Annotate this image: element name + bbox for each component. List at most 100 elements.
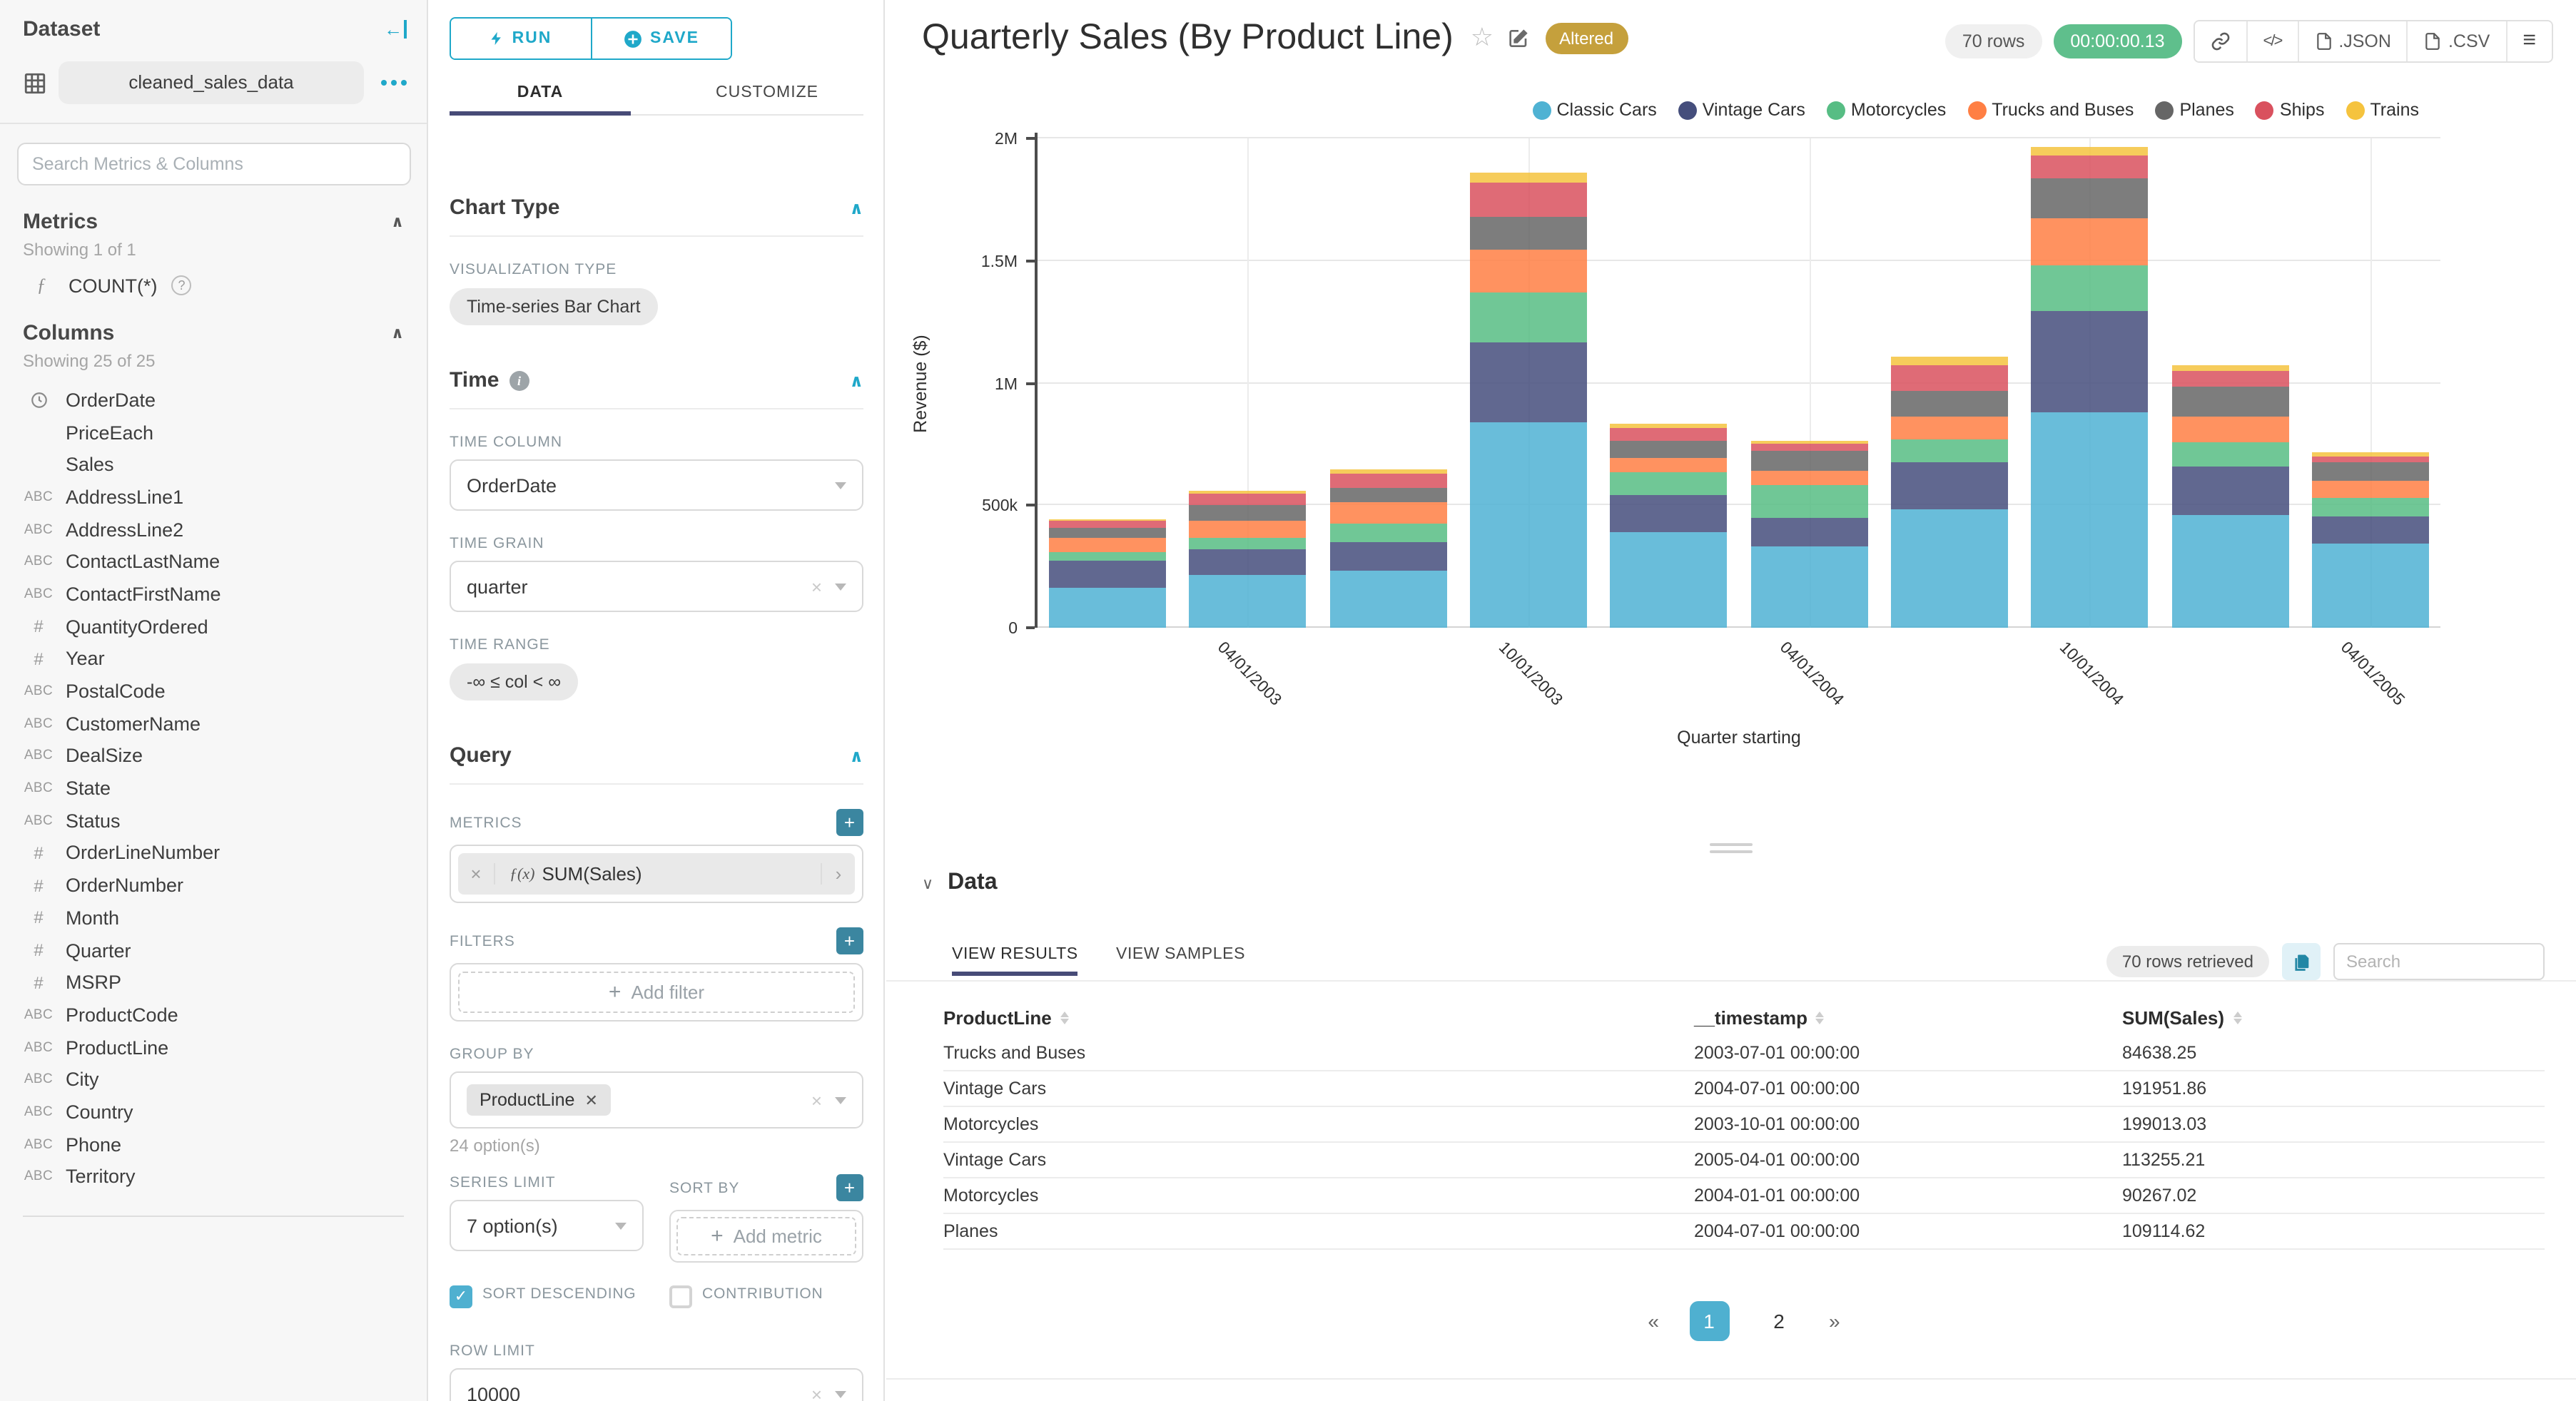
bar-segment[interactable] — [2311, 497, 2429, 516]
add-sort-metric-button[interactable]: + — [836, 1174, 863, 1201]
tab-customize[interactable]: CUSTOMIZE — [676, 71, 858, 114]
columns-collapse-icon[interactable]: ∧ — [391, 324, 404, 342]
bar-segment[interactable] — [1189, 538, 1307, 549]
column-item[interactable]: ABC PostalCode — [0, 675, 427, 707]
bar-segment[interactable] — [2311, 462, 2429, 482]
metrics-collapse-icon[interactable]: ∧ — [391, 213, 404, 231]
more-options-button[interactable]: ≡ — [2505, 21, 2552, 61]
bar-segment[interactable] — [2311, 481, 2429, 498]
column-item[interactable]: ABC ContactFirstName — [0, 578, 427, 610]
bar-segment[interactable] — [1610, 494, 1728, 532]
embed-code-button[interactable]: </> — [2246, 21, 2298, 61]
column-item[interactable]: Sales — [0, 449, 427, 481]
bar-segment[interactable] — [2171, 371, 2289, 387]
column-item[interactable]: # Quarter — [0, 934, 427, 966]
sort-icon[interactable] — [1060, 1011, 1069, 1024]
clear-icon[interactable]: × — [811, 1089, 822, 1111]
bar-segment[interactable] — [2171, 514, 2289, 628]
bar-segment[interactable] — [1329, 488, 1447, 503]
column-item[interactable]: ABC City — [0, 1064, 427, 1096]
add-filter-button[interactable]: + — [836, 927, 863, 954]
bar-segment[interactable] — [1049, 588, 1167, 628]
export-csv-button[interactable]: .CSV — [2406, 21, 2506, 61]
chart-title[interactable]: Quarterly Sales (By Product Line) — [922, 17, 1454, 58]
pagination-next[interactable]: » — [1829, 1310, 1840, 1333]
bar-segment[interactable] — [1470, 342, 1588, 423]
pagination-prev[interactable]: « — [1648, 1310, 1659, 1333]
chevron-up-icon[interactable]: ∧ — [850, 370, 864, 390]
bar-segment[interactable] — [1329, 473, 1447, 489]
bar-segment[interactable] — [1329, 523, 1447, 542]
favorite-star-icon[interactable]: ☆ — [1471, 23, 1494, 53]
time-grain-select[interactable]: quarter × — [450, 561, 863, 612]
chevron-right-icon[interactable]: › — [821, 863, 855, 885]
run-button[interactable]: RUN — [451, 19, 592, 58]
sort-icon[interactable] — [1815, 1011, 1825, 1024]
pagination-page-1[interactable]: 1 — [1689, 1301, 1729, 1341]
bar-segment[interactable] — [1890, 509, 2008, 628]
export-json-button[interactable]: .JSON — [2297, 21, 2407, 61]
column-item[interactable]: # Month — [0, 902, 427, 934]
column-item[interactable]: # Year — [0, 643, 427, 675]
bar-segment[interactable] — [1470, 292, 1588, 342]
column-item[interactable]: # OrderNumber — [0, 870, 427, 902]
bar-segment[interactable] — [1610, 427, 1728, 441]
bar-segment[interactable] — [1890, 356, 2008, 366]
column-item[interactable]: # MSRP — [0, 967, 427, 999]
group-by-select[interactable]: ProductLine ✕ × — [450, 1071, 863, 1129]
bar-segment[interactable] — [2171, 417, 2289, 442]
bar-segment[interactable] — [2031, 146, 2149, 156]
bar-segment[interactable] — [1610, 531, 1728, 628]
bar-segment[interactable] — [1329, 571, 1447, 628]
bar-segment[interactable] — [1470, 216, 1588, 250]
bar-segment[interactable] — [1049, 519, 1167, 521]
bar-segment[interactable] — [1890, 439, 2008, 463]
tab-view-samples[interactable]: VIEW SAMPLES — [1116, 946, 1245, 976]
bar-segment[interactable] — [1890, 390, 2008, 417]
contribution-checkbox[interactable]: CONTRIBUTION — [669, 1284, 863, 1308]
bar-segment[interactable] — [1610, 457, 1728, 473]
column-item[interactable]: ABC Status — [0, 805, 427, 837]
bar-segment[interactable] — [2031, 311, 2149, 413]
add-metric-button[interactable]: + — [836, 809, 863, 836]
dataset-options-icon[interactable] — [375, 80, 412, 86]
bar-segment[interactable] — [2311, 452, 2429, 457]
column-item[interactable]: ABC State — [0, 773, 427, 805]
bar-segment[interactable] — [2031, 156, 2149, 178]
bar-segment[interactable] — [1750, 470, 1868, 485]
bar-segment[interactable] — [1610, 440, 1728, 458]
row-limit-select[interactable]: 10000 × — [450, 1368, 863, 1401]
bar-segment[interactable] — [1189, 521, 1307, 539]
bar-segment[interactable] — [1750, 484, 1868, 518]
column-item[interactable]: ABC DealSize — [0, 740, 427, 772]
bar-segment[interactable] — [2171, 387, 2289, 417]
column-item[interactable]: # QuantityOrdered — [0, 611, 427, 643]
bar-segment[interactable] — [1470, 422, 1588, 628]
bar-segment[interactable] — [1189, 494, 1307, 506]
column-item[interactable]: ABC Territory — [0, 1161, 427, 1193]
tab-data[interactable]: DATA — [450, 71, 631, 116]
legend-item[interactable]: Vintage Cars — [1678, 100, 1805, 120]
column-item[interactable]: PriceEach — [0, 416, 427, 448]
panel-resize-handle[interactable] — [1710, 843, 1753, 857]
bar-segment[interactable] — [2031, 218, 2149, 265]
bar-segment[interactable] — [1890, 365, 2008, 391]
clear-icon[interactable]: × — [811, 576, 822, 597]
bar-segment[interactable] — [1470, 249, 1588, 293]
bar-segment[interactable] — [1750, 440, 1868, 444]
bar-segment[interactable] — [1329, 541, 1447, 571]
chevron-up-icon[interactable]: ∧ — [850, 198, 864, 218]
bar-segment[interactable] — [1189, 549, 1307, 575]
dataset-name[interactable]: cleaned_sales_data — [59, 61, 364, 104]
column-item[interactable]: # OrderLineNumber — [0, 837, 427, 869]
column-header-label[interactable]: __timestamp — [1694, 1007, 2122, 1028]
bar-segment[interactable] — [2311, 544, 2429, 628]
legend-item[interactable]: Planes — [2155, 100, 2234, 120]
bar-segment[interactable] — [2171, 365, 2289, 372]
viz-type-value[interactable]: Time-series Bar Chart — [450, 288, 658, 325]
bar-segment[interactable] — [1890, 417, 2008, 439]
chevron-up-icon[interactable]: ∧ — [850, 745, 864, 765]
info-icon[interactable]: i — [509, 370, 529, 390]
column-header-label[interactable]: ProductLine — [943, 1007, 1694, 1028]
help-icon[interactable]: ? — [171, 275, 192, 295]
